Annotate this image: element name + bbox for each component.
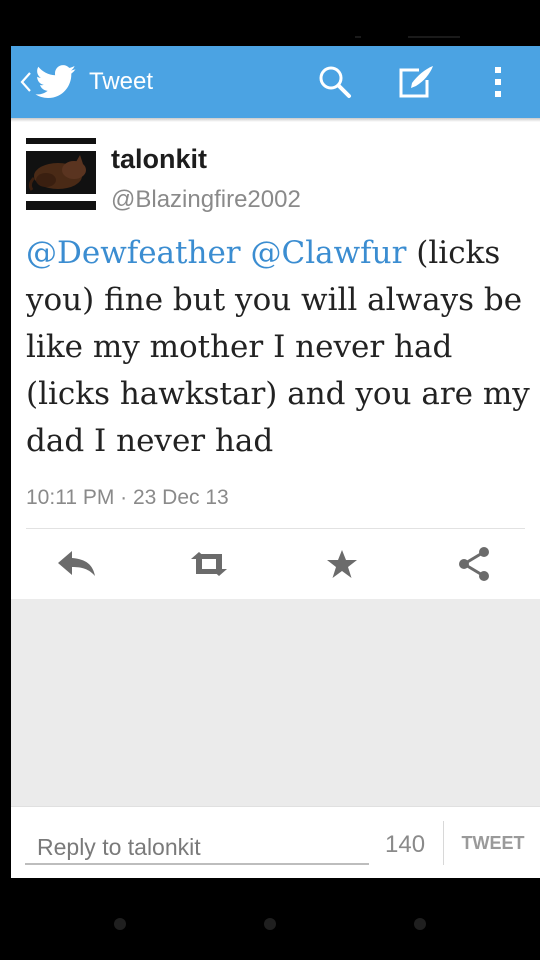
overflow-menu-icon [495,67,501,97]
nav-home-button[interactable] [264,918,276,930]
content-background [11,599,540,806]
avatar[interactable] [26,138,96,210]
character-count: 140 [385,831,426,858]
nav-back-button[interactable] [114,918,126,930]
favorite-star-icon [327,550,357,578]
screen-title: Tweet [89,68,154,95]
reply-input[interactable] [25,825,369,865]
retweet-button[interactable] [179,529,239,599]
reply-icon [58,551,95,576]
search-icon [319,66,351,98]
mention-link[interactable]: @Dewfeather [26,235,241,271]
overflow-menu-button[interactable] [476,60,520,104]
status-indicator [355,36,361,38]
retweet-icon [191,552,227,576]
compose-icon [399,66,433,98]
author-handle[interactable]: @Blazingfire2002 [111,186,301,214]
compose-button[interactable] [395,60,439,104]
share-icon [459,547,489,581]
action-bar: Tweet [11,46,540,118]
reply-button[interactable] [47,529,107,599]
action-bar-shadow [11,118,540,122]
tweet-actions [11,529,540,599]
chevron-left-icon [20,72,31,92]
mention-link[interactable]: @Clawfur [250,235,406,271]
nav-recents-button[interactable] [414,918,426,930]
status-bar [0,0,540,46]
tweet-button[interactable]: TWEET [453,821,533,865]
navigation-bar [0,878,540,960]
tweet-text: @Dewfeather @Clawfur (licks you) fine bu… [26,230,531,465]
avatar-cat-image [28,155,86,191]
reply-bar: 140 TWEET [11,806,540,878]
back-button[interactable]: Tweet [11,46,153,118]
search-button[interactable] [313,60,357,104]
app-screen: Tweet talonkit @Blazingfire2002 @Dewfeat… [11,46,540,878]
status-indicator [408,36,460,38]
author-name[interactable]: talonkit [111,144,207,175]
share-button[interactable] [444,529,504,599]
favorite-button[interactable] [312,529,372,599]
reply-separator [443,821,444,865]
tweet-timestamp: 10:11 PM · 23 Dec 13 [26,486,229,509]
twitter-bird-icon [35,65,76,98]
